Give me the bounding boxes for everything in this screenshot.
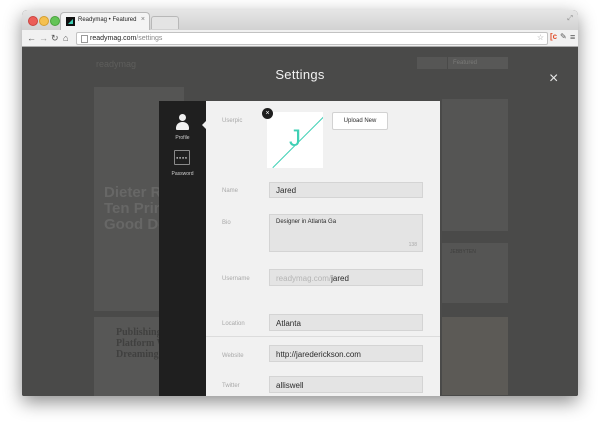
location-field[interactable]: Atlanta	[269, 314, 423, 331]
hamburger-icon[interactable]: ≡	[570, 32, 575, 42]
name-label: Name	[222, 188, 239, 194]
remove-userpic-icon[interactable]: ×	[262, 108, 273, 119]
page-title: Settings	[275, 67, 325, 82]
website-value: http://jarederickson.com	[276, 350, 361, 359]
bio-label: Bio	[222, 220, 231, 226]
browser-toolbar: ← → ↻ ⌂ readymag.com/settings ☆ [c ✎ ≡	[22, 30, 578, 47]
twitter-label: Twitter	[222, 383, 240, 389]
fullscreen-icon[interactable]: ⤢	[567, 15, 573, 23]
close-window-button[interactable]	[28, 16, 38, 26]
location-label: Location	[222, 321, 245, 327]
username-label: Username	[222, 276, 250, 282]
userpic-letter: J	[289, 125, 301, 152]
readymag-favicon-icon	[66, 17, 75, 26]
back-icon[interactable]: ←	[27, 32, 36, 44]
tab-close-icon[interactable]: ×	[141, 16, 145, 23]
userpic-label: Userpic	[222, 118, 243, 124]
home-icon[interactable]: ⌂	[63, 32, 68, 44]
profile-settings-panel: Userpic J × Upload New Name Jared Bio De…	[206, 101, 440, 396]
background-card: JEBBYTEN	[442, 243, 508, 303]
username-field[interactable]: readymag.com/jared	[269, 269, 423, 286]
browser-window: Readymag • Featured × ⤢ ← → ↻ ⌂ readymag…	[22, 10, 578, 396]
forward-icon[interactable]: →	[39, 32, 48, 44]
bio-field[interactable]: Designer in Atlanta Ga 138	[269, 214, 423, 252]
sidebar-item-label: Password	[171, 171, 194, 177]
page-icon	[81, 35, 88, 43]
bio-character-counter: 138	[408, 242, 417, 248]
background-card-title: Dieter R Ten Prin Good De	[104, 184, 167, 233]
new-tab-button[interactable]	[151, 16, 179, 29]
browser-tab[interactable]: Readymag • Featured ×	[60, 12, 150, 31]
website-label: Website	[222, 353, 244, 359]
close-icon[interactable]: ×	[549, 71, 558, 87]
background-card	[442, 317, 508, 395]
background-card	[442, 99, 508, 231]
settings-sidebar: Profile ●●●● Password	[159, 101, 206, 396]
website-field[interactable]: http://jarederickson.com	[269, 345, 423, 362]
password-icon: ●●●●	[174, 150, 190, 165]
tab-title: Readymag • Featured	[78, 17, 137, 23]
person-icon	[176, 114, 189, 132]
location-value: Atlanta	[276, 319, 301, 328]
username-value: readymag.com/jared	[276, 274, 349, 283]
wrench-icon[interactable]: ✎	[560, 32, 567, 41]
url-text: readymag.com/settings	[90, 35, 163, 42]
background-card-title: JEBBYTEN	[450, 249, 476, 255]
name-field[interactable]: Jared	[269, 182, 423, 198]
star-icon[interactable]: ☆	[537, 33, 544, 42]
page-viewport: readymag Featured Dieter R Ten Prin Good…	[22, 47, 578, 396]
zoom-window-button[interactable]	[50, 16, 60, 26]
bio-value: Designer in Atlanta Ga	[276, 219, 337, 225]
sidebar-item-profile[interactable]: Profile	[159, 113, 206, 147]
reload-icon[interactable]: ↻	[51, 32, 59, 44]
twitter-field[interactable]: alliswell	[269, 376, 423, 393]
minimize-window-button[interactable]	[39, 16, 49, 26]
userpic-image[interactable]: J	[267, 112, 323, 168]
upload-new-button[interactable]: Upload New	[332, 112, 388, 130]
section-divider	[206, 336, 440, 337]
address-bar[interactable]: readymag.com/settings ☆	[76, 32, 548, 45]
tab-strip: Readymag • Featured × ⤢	[22, 10, 578, 31]
sidebar-item-label: Profile	[175, 135, 190, 141]
sidebar-item-password[interactable]: ●●●● Password	[159, 149, 206, 183]
twitter-value: alliswell	[276, 381, 304, 390]
extension-icon[interactable]: [c	[550, 32, 558, 42]
name-value: Jared	[276, 186, 297, 195]
